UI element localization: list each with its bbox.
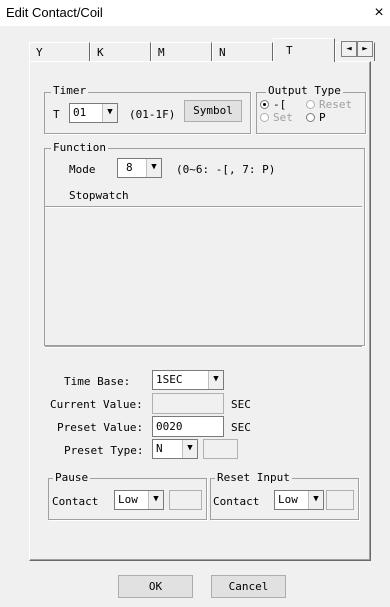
chevron-down-icon: ▼	[148, 491, 163, 509]
pause-contact-value: Low	[118, 493, 138, 506]
window-title: Edit Contact/Coil	[6, 5, 103, 20]
output-coil-radio[interactable]	[260, 100, 269, 109]
preset-type-label: Preset Type:	[64, 444, 144, 457]
preset-value-text: 0020	[156, 420, 183, 433]
mode-hint: (0~6: -[, 7: P)	[176, 163, 276, 176]
chevron-down-icon: ▼	[208, 371, 223, 389]
mode-select[interactable]: 8 ▼	[117, 158, 162, 178]
tab-n[interactable]: N	[212, 42, 273, 61]
close-icon[interactable]: ×	[370, 3, 388, 23]
output-set-label: Set	[273, 111, 293, 124]
function-legend: Function	[51, 141, 108, 154]
tab-k[interactable]: K	[90, 42, 151, 61]
current-value-label: Current Value:	[50, 398, 143, 411]
preset-type-value: N	[156, 442, 163, 455]
output-pulse-label: P	[319, 111, 326, 124]
timer-legend: Timer	[51, 84, 89, 97]
tab-scroll-left-icon[interactable]: ◄	[341, 41, 357, 57]
tab-label: T	[286, 44, 293, 57]
symbol-button[interactable]: Symbol	[184, 100, 242, 122]
tab-label: N	[219, 46, 226, 59]
output-reset-radio	[306, 100, 315, 109]
reset-contact-select[interactable]: Low ▼	[274, 490, 324, 510]
chevron-down-icon: ▼	[308, 491, 323, 509]
function-divider	[45, 206, 362, 208]
current-value-field	[152, 393, 224, 414]
pause-legend: Pause	[53, 471, 91, 484]
chevron-down-icon: ▼	[102, 104, 117, 122]
preset-unit: SEC	[231, 421, 251, 434]
time-base-select[interactable]: 1SEC ▼	[152, 370, 224, 390]
mode-value: 8	[126, 161, 133, 174]
tab-label: K	[97, 46, 104, 59]
preset-value-input[interactable]: 0020	[152, 416, 224, 437]
cancel-button[interactable]: Cancel	[211, 575, 286, 598]
current-unit: SEC	[231, 398, 251, 411]
pause-contact-label: Contact	[52, 495, 99, 508]
pause-contact-extra-field	[169, 490, 202, 510]
timer-prefix: T	[53, 108, 60, 121]
time-base-label: Time Base:	[64, 375, 131, 388]
output-coil-label: -[	[273, 98, 287, 111]
preset-value-label: Preset Value:	[57, 421, 144, 434]
reset-contact-label: Contact	[213, 495, 260, 508]
mode-label: Mode	[69, 163, 96, 176]
title-bar: Edit Contact/Coil ×	[0, 0, 390, 26]
tab-label: Y	[36, 46, 43, 59]
timer-number-select[interactable]: 01 ▼	[69, 103, 118, 123]
output-reset-label: Reset	[319, 98, 353, 111]
reset-contact-value: Low	[278, 493, 298, 506]
chevron-down-icon: ▼	[146, 159, 161, 177]
timer-range: (01-1F)	[129, 108, 176, 121]
function-group	[44, 148, 365, 346]
time-base-value: 1SEC	[156, 373, 183, 386]
settings-divider	[45, 346, 362, 348]
preset-type-extra-field	[203, 439, 238, 459]
pause-contact-select[interactable]: Low ▼	[114, 490, 164, 510]
reset-input-legend: Reset Input	[215, 471, 292, 484]
reset-contact-extra-field	[326, 490, 354, 510]
output-type-legend: Output Type	[266, 84, 343, 97]
output-set-radio	[260, 113, 269, 122]
ok-button[interactable]: OK	[118, 575, 193, 598]
preset-type-select[interactable]: N ▼	[152, 439, 198, 459]
tab-scroll-right-icon[interactable]: ►	[357, 41, 373, 57]
chevron-down-icon: ▼	[182, 440, 197, 458]
tab-label: M	[158, 46, 165, 59]
tab-y[interactable]: Y	[29, 42, 90, 61]
tab-t[interactable]: T	[273, 38, 335, 62]
output-pulse-radio[interactable]	[306, 113, 315, 122]
tab-m[interactable]: M	[151, 42, 212, 61]
mode-name: Stopwatch	[69, 189, 129, 202]
timer-number-value: 01	[73, 106, 87, 119]
